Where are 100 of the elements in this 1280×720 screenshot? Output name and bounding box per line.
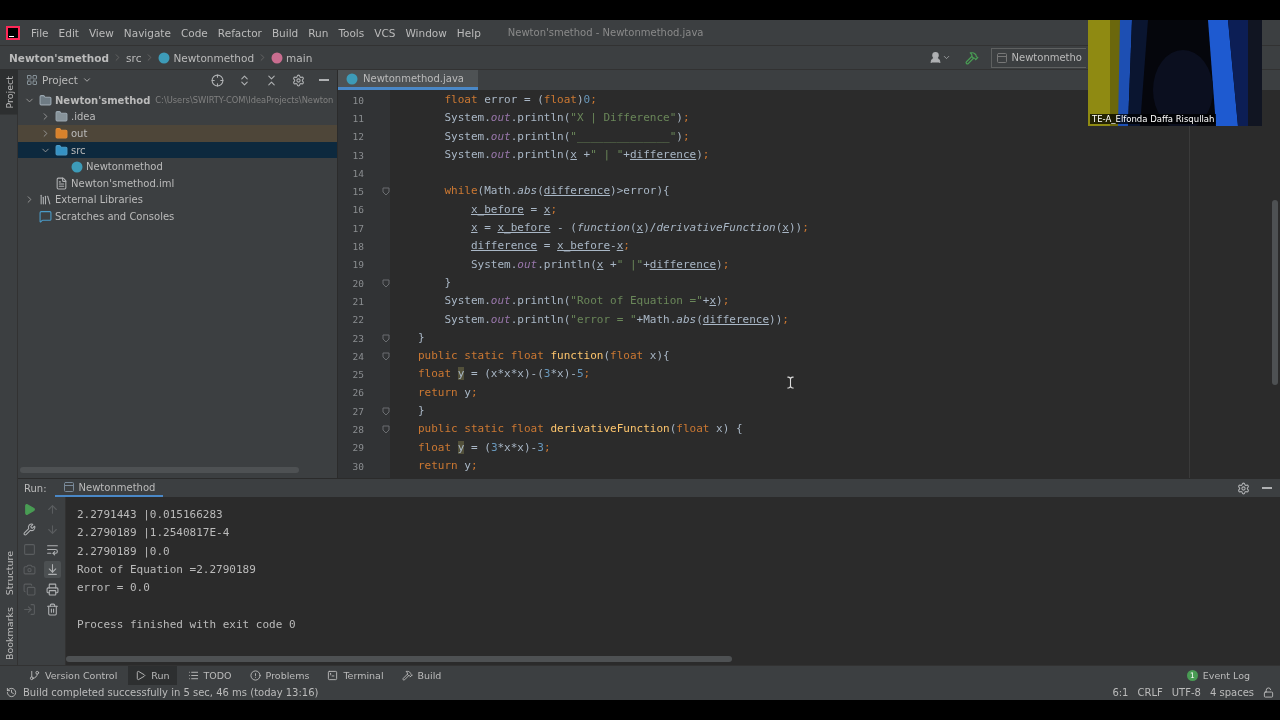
tool-window-button[interactable]: Build — [394, 665, 449, 685]
fold-marker-icon[interactable] — [382, 333, 390, 343]
settings-button[interactable] — [290, 71, 307, 89]
tool-window-button[interactable]: Problems — [242, 665, 317, 685]
library-icon — [39, 193, 52, 207]
panel-icon — [26, 74, 38, 86]
branch-icon — [29, 669, 40, 681]
code-line: } — [418, 329, 426, 346]
side-tab[interactable]: Structure — [0, 544, 18, 601]
side-tab[interactable]: Project — [0, 70, 18, 115]
alert-icon — [249, 669, 261, 681]
locate-button[interactable] — [209, 71, 226, 89]
menu-item[interactable]: File — [26, 24, 54, 41]
scrollbar[interactable] — [1272, 200, 1278, 385]
minus-icon — [319, 79, 329, 81]
text-cursor-icon — [784, 376, 797, 389]
code-line: System.out.println("______________"); — [443, 128, 691, 145]
run-label: Run: — [24, 482, 47, 494]
print-button[interactable] — [44, 581, 61, 598]
project-view-selector[interactable]: Project — [26, 74, 92, 86]
folder-icon — [55, 127, 68, 140]
tool-window-button[interactable]: TODO — [180, 665, 239, 685]
tree-item-label: Newton'smethod — [55, 94, 151, 106]
method-icon — [271, 51, 284, 64]
console-line: Root of Equation =2.2790189 — [77, 561, 257, 578]
collapse-icon — [265, 73, 278, 87]
line-number: 22 — [351, 314, 364, 326]
menu-item[interactable]: Window — [400, 24, 452, 41]
scroll-to-end-button[interactable] — [44, 561, 61, 578]
tool-window-button[interactable]: Version Control — [22, 665, 125, 685]
line-number: 18 — [351, 241, 364, 252]
caret-icon — [81, 75, 92, 85]
status-item[interactable]: CRLF — [1137, 686, 1163, 698]
line-number: 11 — [351, 112, 364, 124]
tool-window-button[interactable]: Run — [128, 665, 177, 685]
tool-window-button[interactable]: Terminal — [320, 665, 391, 685]
breadcrumb[interactable]: Newton'smethod — [6, 51, 113, 64]
play-icon — [135, 669, 147, 681]
class-icon — [71, 160, 83, 173]
crosshair-icon — [211, 73, 224, 87]
menu-item[interactable]: VCS — [369, 24, 401, 41]
line-number: 20 — [351, 277, 364, 289]
code-line: difference = x_before-x; — [469, 238, 631, 255]
run-tab[interactable]: Newtonmethod — [54, 479, 164, 497]
tree-item[interactable]: Scratches and Consoles — [18, 208, 337, 225]
tree-item[interactable]: External Libraries — [18, 191, 337, 209]
status-item[interactable]: UTF-8 — [1171, 686, 1201, 698]
status-message: Build completed successfully in 5 sec, 46 ms (today 13:16) — [23, 686, 319, 698]
window-title: Newton'smethod - Newtonmethod.java — [507, 27, 704, 38]
code-line: System.out.println("Root of Equation ="+x); — [443, 293, 731, 310]
code-line: x_before = x; — [469, 201, 559, 218]
menu-item[interactable]: Refactor — [212, 24, 267, 41]
side-tab[interactable]: Bookmarks — [0, 600, 18, 666]
breadcrumb[interactable]: src — [123, 51, 145, 64]
line-number: 28 — [351, 424, 364, 435]
menu-item[interactable]: Build — [266, 24, 304, 41]
settings-button[interactable] — [20, 521, 38, 538]
stop-icon — [22, 543, 36, 556]
status-item[interactable]: 4 spaces — [1209, 686, 1254, 698]
printer-icon — [46, 583, 59, 596]
tree-item[interactable]: .idea — [18, 108, 337, 126]
scrollbar[interactable] — [66, 656, 732, 662]
menu-item[interactable]: Navigate — [118, 24, 176, 41]
tree-item[interactable]: Newton'smethod C:\Users\SWIRTY-COM\IdeaProjects\Newton — [18, 92, 337, 109]
tree-item[interactable]: Newtonmethod — [18, 158, 337, 175]
menu-item[interactable]: Code — [175, 24, 213, 41]
fold-marker-icon[interactable] — [382, 406, 390, 416]
breadcrumb[interactable]: Newtonmethod — [155, 51, 258, 64]
menu-item[interactable]: Help — [451, 24, 486, 41]
code-line: float y = (x*x*x)-(3*x)-5; — [418, 366, 592, 383]
lock-icon[interactable] — [1263, 686, 1274, 698]
breadcrumb[interactable]: main — [268, 51, 316, 64]
code-line: } — [418, 403, 426, 420]
code-line: System.out.println("error = "+Math.abs(difference)); — [443, 311, 790, 328]
arrow-up-icon — [46, 503, 59, 516]
status-icon[interactable] — [6, 686, 17, 698]
line-number: 25 — [351, 369, 364, 381]
editor-tab[interactable]: Newtonmethod.java — [338, 70, 478, 90]
line-number: 26 — [351, 387, 364, 399]
fold-marker-icon[interactable] — [382, 187, 390, 197]
status-item[interactable]: 6:1 — [1112, 686, 1129, 698]
line-number: 29 — [351, 442, 364, 454]
run-config-selector[interactable]: Newtonmetho — [990, 47, 1086, 68]
participant-name: TE-A_Elfonda Daffa Risqullah — [1090, 114, 1217, 124]
copy-icon — [22, 583, 36, 596]
file-icon — [55, 176, 68, 190]
camera-icon — [22, 563, 36, 576]
settings-button[interactable] — [1235, 479, 1252, 497]
code-line: while(Math.abs(difference)>error){ — [443, 183, 671, 200]
clear-button[interactable] — [44, 601, 61, 618]
fold-marker-icon[interactable] — [382, 278, 390, 288]
fold-marker-icon[interactable] — [382, 351, 390, 361]
tree-item[interactable]: out — [18, 125, 337, 142]
menu-item[interactable]: Run — [303, 24, 334, 41]
menu-item[interactable]: View — [83, 24, 119, 41]
menu-item[interactable]: Tools — [333, 24, 370, 41]
fold-marker-icon[interactable] — [382, 425, 390, 434]
menu-item[interactable]: Edit — [53, 24, 84, 41]
wrap-icon — [46, 543, 59, 556]
tree-item[interactable]: Newton'smethod.iml — [18, 174, 337, 192]
